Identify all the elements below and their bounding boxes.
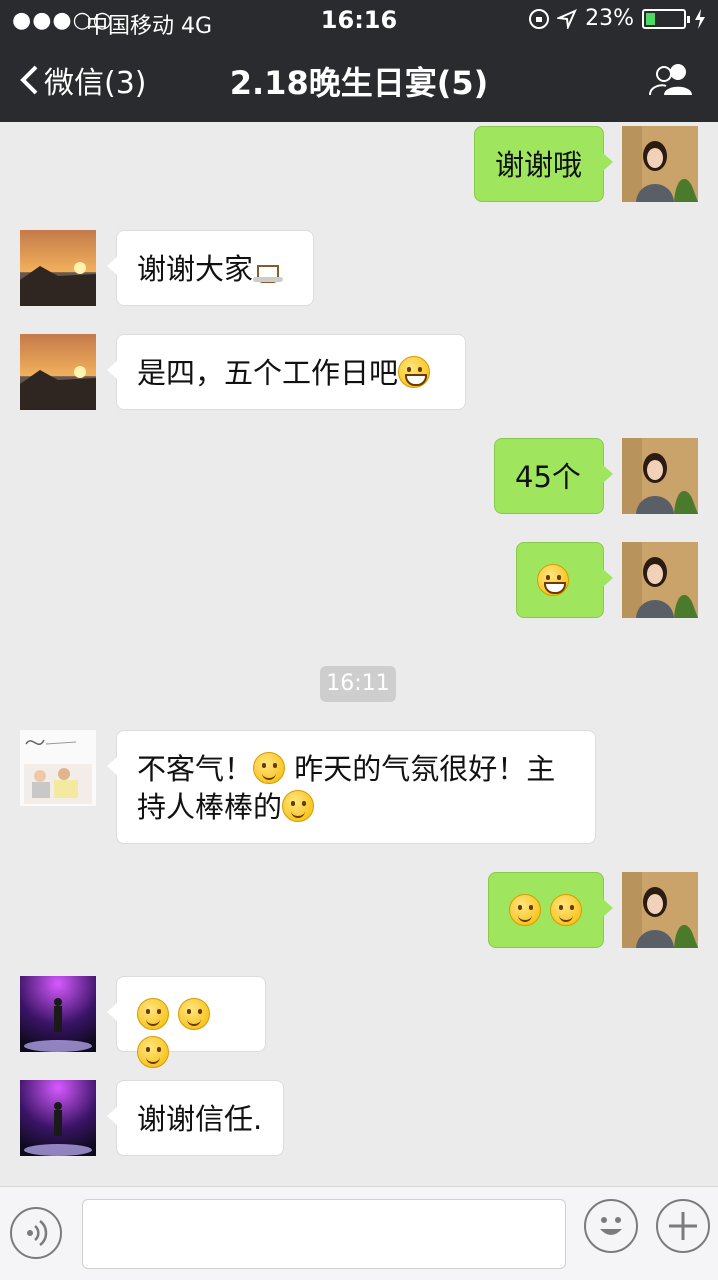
battery-icon xyxy=(642,8,690,29)
avatar-me[interactable] xyxy=(622,542,698,618)
input-bar xyxy=(0,1186,718,1280)
chat-title: 2.18晚生日宴(5) xyxy=(229,64,489,102)
message-row: 不客气！ 昨天的气氛很好！主 持人棒棒的 xyxy=(0,730,718,846)
group-members-icon xyxy=(649,64,692,96)
smile-emoji-icon xyxy=(550,894,583,926)
voice-button[interactable] xyxy=(10,1207,62,1259)
avatar-stage[interactable] xyxy=(20,1080,96,1156)
charging-icon xyxy=(695,8,705,29)
emoji-icon xyxy=(600,1217,622,1235)
message-row: 谢谢哦 xyxy=(0,126,718,206)
voice-icon xyxy=(27,1220,48,1246)
location-icon xyxy=(557,8,578,29)
message-text: 谢谢信任. xyxy=(137,1102,263,1136)
message-text: 持人棒棒的 xyxy=(137,790,283,824)
message-row: 是四，五个工作日吧 xyxy=(0,334,718,414)
message-row: 谢谢信任. xyxy=(0,1080,718,1160)
smile-emoji-icon xyxy=(509,894,541,926)
coffee-emoji-icon xyxy=(253,255,284,283)
grin-emoji-icon xyxy=(537,564,569,596)
message-text: 是四，五个工作日吧 xyxy=(137,356,399,390)
blush-emoji-icon xyxy=(178,998,211,1030)
message-row xyxy=(0,976,718,1068)
nav-bar: 微信(3) 2.18晚生日宴(5) xyxy=(0,40,718,122)
message-bubble[interactable] xyxy=(488,872,613,948)
blush-emoji-icon xyxy=(137,998,169,1030)
plus-icon xyxy=(669,1212,697,1240)
message-row xyxy=(0,872,718,952)
message-bubble[interactable]: 谢谢信任. xyxy=(107,1080,284,1156)
message-input[interactable] xyxy=(82,1199,566,1269)
message-bubble[interactable] xyxy=(516,542,613,618)
message-text: 不客气！ xyxy=(137,752,254,786)
message-row: 45个 xyxy=(0,438,718,518)
top-bar: ●●●○○ 中国移动 4G 16:16 23% 微信(3) 2.18晚生日宴(5… xyxy=(0,0,718,122)
smile-emoji-icon xyxy=(282,790,315,822)
message-bubble[interactable]: 不客气！ 昨天的气氛很好！主 持人棒棒的 xyxy=(107,730,596,844)
message-row: 谢谢大家 xyxy=(0,230,718,310)
message-bubble[interactable]: 谢谢大家 xyxy=(107,230,314,306)
message-row xyxy=(0,542,718,622)
status-right: 23% xyxy=(529,6,706,31)
group-members-button[interactable] xyxy=(648,62,696,100)
battery-percent: 23% xyxy=(585,6,634,31)
smile-emoji-icon xyxy=(253,752,286,784)
avatar-wedding-brand[interactable] xyxy=(20,730,96,806)
message-text: 谢谢哦 xyxy=(495,148,583,182)
rotation-lock-icon xyxy=(529,8,550,29)
avatar-me[interactable] xyxy=(622,872,698,948)
status-bar: ●●●○○ 中国移动 4G 16:16 23% xyxy=(0,0,718,40)
message-text: 昨天的气氛很好！主 xyxy=(285,752,556,786)
more-button[interactable] xyxy=(656,1199,710,1253)
blush-emoji-icon xyxy=(137,1036,169,1068)
avatar-stage[interactable] xyxy=(20,976,96,1052)
message-timestamp: 16:11 xyxy=(320,666,396,702)
message-bubble[interactable]: 谢谢哦 xyxy=(474,126,613,202)
message-text: 45个 xyxy=(515,460,581,494)
avatar-me[interactable] xyxy=(622,126,698,202)
message-text: 谢谢大家 xyxy=(137,252,254,286)
message-bubble[interactable]: 45个 xyxy=(494,438,613,514)
avatar-sunset[interactable] xyxy=(20,334,96,410)
grin-emoji-icon xyxy=(398,356,431,388)
message-bubble[interactable] xyxy=(107,976,266,1068)
avatar-sunset[interactable] xyxy=(20,230,96,306)
message-bubble[interactable]: 是四，五个工作日吧 xyxy=(107,334,466,410)
avatar-me[interactable] xyxy=(622,438,698,514)
emoji-button[interactable] xyxy=(584,1199,638,1253)
